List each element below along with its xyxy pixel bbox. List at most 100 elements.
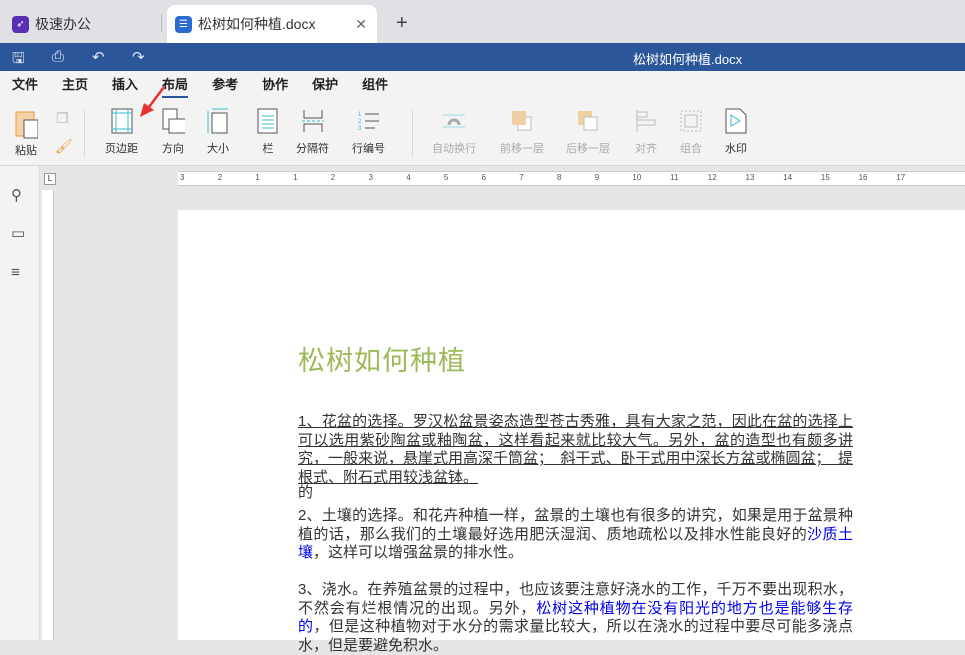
rocket-icon: ➶ bbox=[12, 15, 29, 33]
ruler-tick-label: 10 bbox=[632, 173, 642, 182]
paragraph-1-tail: 的 bbox=[298, 484, 314, 501]
vertical-ruler[interactable] bbox=[42, 190, 54, 640]
document-icon: ☰ bbox=[175, 15, 192, 33]
save-icon[interactable]: 🖫 bbox=[12, 48, 25, 73]
ruler-tick-label: 2 bbox=[217, 173, 223, 182]
paragraph-text: 2、土壤的选择。和花卉种植一样，盆景的土壤也有很多的讲究，如果是用于盆景种植的话… bbox=[298, 507, 853, 543]
group-icon bbox=[679, 108, 703, 134]
print-icon[interactable]: ⎙ bbox=[52, 48, 64, 65]
margins-button[interactable]: 页边距 bbox=[105, 108, 138, 156]
ruler-tick-label: 3 bbox=[368, 173, 373, 182]
bring-forward-button[interactable]: 前移一层 bbox=[500, 108, 544, 156]
size-button[interactable]: 大小 bbox=[206, 108, 230, 156]
menu-plugins[interactable]: 组件 bbox=[362, 71, 388, 100]
horizontal-ruler[interactable]: 3 2 1 1 2 3 4 5 6 7 8 9 10 11 12 13 14 15 16 17 bbox=[178, 171, 965, 186]
paste-icon bbox=[14, 108, 38, 140]
wrap-text-label: 自动换行 bbox=[432, 143, 476, 155]
ruler-tick-label: 5 bbox=[443, 173, 449, 182]
copy-icon[interactable]: ❐ bbox=[56, 110, 69, 127]
undo-icon[interactable]: ↶ bbox=[92, 48, 105, 66]
orientation-icon bbox=[161, 108, 185, 134]
close-icon[interactable]: ✕ bbox=[355, 16, 367, 33]
ruler-tick-label: 6 bbox=[481, 173, 487, 182]
divider bbox=[84, 110, 85, 156]
menu-protect[interactable]: 保护 bbox=[312, 71, 338, 100]
align-icon bbox=[634, 108, 658, 134]
tab-divider bbox=[161, 14, 162, 32]
page-size-icon bbox=[206, 108, 230, 134]
paragraph-3: 3、浇水。在养殖盆景的过程中，也应该要注意好浇水的工作，千万不要出现积水，不然会… bbox=[298, 581, 853, 655]
ruler-tick-label: 3 bbox=[180, 173, 185, 182]
paragraph-2: 2、土壤的选择。和花卉种植一样，盆景的土壤也有很多的讲究，如果是用于盆景种植的话… bbox=[298, 507, 853, 563]
columns-button[interactable]: 栏 bbox=[256, 108, 280, 156]
menu-collaborate[interactable]: 协作 bbox=[262, 71, 288, 100]
svg-text:2: 2 bbox=[358, 119, 362, 125]
svg-text:1: 1 bbox=[358, 112, 362, 118]
ruler-tick-label: 1 bbox=[255, 173, 260, 182]
document-page[interactable]: 松树如何种植 1、花盆的选择。罗汉松盆景姿态造型苍古秀雅，具有大家之范，因此在盆… bbox=[178, 210, 965, 654]
tab-label: 松树如何种植.docx bbox=[198, 16, 316, 32]
ruler-tick-label: 11 bbox=[670, 173, 679, 182]
orientation-button[interactable]: 方向 bbox=[161, 108, 185, 156]
menu-references[interactable]: 参考 bbox=[212, 71, 238, 100]
margins-icon bbox=[110, 108, 134, 134]
comment-icon[interactable]: ▭ bbox=[11, 224, 25, 242]
paragraph-text: ，但是这种植物对于水分的需求量比较大，所以在浇水的过程中要尽可能多浇点水，但是要… bbox=[298, 618, 853, 654]
ruler-tick-label: 14 bbox=[783, 173, 793, 182]
bring-forward-label: 前移一层 bbox=[500, 143, 544, 155]
send-backward-button[interactable]: 后移一层 bbox=[566, 108, 610, 156]
menu-file[interactable]: 文件 bbox=[12, 71, 38, 100]
divider bbox=[412, 110, 413, 156]
watermark-button[interactable]: 水印 bbox=[724, 108, 748, 156]
line-numbers-button[interactable]: 123 行编号 bbox=[352, 108, 385, 156]
tab-stop-selector[interactable]: L bbox=[44, 173, 56, 185]
svg-text:3: 3 bbox=[358, 126, 362, 132]
ruler-tick-label: 7 bbox=[519, 173, 524, 182]
margins-label: 页边距 bbox=[105, 143, 138, 155]
ruler-tick-label: 15 bbox=[820, 173, 830, 182]
watermark-label: 水印 bbox=[725, 143, 747, 155]
orientation-label: 方向 bbox=[162, 143, 184, 155]
breaks-icon bbox=[301, 108, 325, 134]
ruler-tick-label: 8 bbox=[557, 173, 562, 182]
tab-bar: ➶ 极速办公 ☰ 松树如何种植.docx ✕ + bbox=[0, 0, 965, 43]
ruler-tick-label: 2 bbox=[330, 173, 336, 182]
ruler-tick-label: 1 bbox=[293, 173, 298, 182]
line-numbers-icon: 123 bbox=[357, 108, 381, 134]
menu-insert[interactable]: 插入 bbox=[112, 71, 138, 100]
search-icon[interactable]: ⚲ bbox=[11, 186, 22, 204]
tab-document[interactable]: ☰ 松树如何种植.docx ✕ bbox=[167, 5, 377, 43]
quick-access-bar: 🖫 ⎙ ↶ ↷ 松树如何种植.docx bbox=[0, 43, 965, 71]
ribbon: 粘贴 ❐ 🖌 页边距 方向 大小 栏 分隔符 123 行编号 自动换行 前移一层… bbox=[0, 86, 965, 166]
new-tab-button[interactable]: + bbox=[396, 12, 408, 35]
ruler-tick-label: 17 bbox=[896, 173, 906, 182]
navigation-icon[interactable]: ≡ bbox=[11, 264, 20, 281]
menu-home[interactable]: 主页 bbox=[62, 71, 88, 100]
format-painter-icon[interactable]: 🖌 bbox=[55, 138, 73, 155]
wrap-text-icon bbox=[442, 108, 466, 134]
size-label: 大小 bbox=[207, 143, 229, 155]
tab-app-home[interactable]: ➶ 极速办公 bbox=[12, 5, 91, 43]
redo-icon[interactable]: ↷ bbox=[132, 48, 145, 66]
paste-button[interactable]: 粘贴 bbox=[14, 108, 38, 158]
columns-icon bbox=[256, 108, 280, 134]
send-backward-icon bbox=[576, 108, 600, 134]
window-title: 松树如何种植.docx bbox=[633, 52, 743, 67]
breaks-label: 分隔符 bbox=[296, 143, 329, 155]
ruler-tick-label: 13 bbox=[745, 173, 755, 182]
group-button[interactable]: 组合 bbox=[679, 108, 703, 156]
watermark-icon bbox=[724, 108, 748, 134]
ruler-tick-label: 9 bbox=[594, 173, 600, 182]
wrap-text-button[interactable]: 自动换行 bbox=[432, 108, 476, 156]
paragraph-text: ，这样可以增强盆景的排水性。 bbox=[313, 544, 524, 561]
align-button[interactable]: 对齐 bbox=[634, 108, 658, 156]
breaks-button[interactable]: 分隔符 bbox=[296, 108, 329, 156]
paste-label: 粘贴 bbox=[15, 145, 37, 157]
ruler-tick-label: 16 bbox=[858, 173, 868, 182]
document-title: 松树如何种植 bbox=[298, 346, 466, 376]
send-backward-label: 后移一层 bbox=[566, 143, 610, 155]
ruler-tick-label: 12 bbox=[707, 173, 717, 182]
align-label: 对齐 bbox=[635, 143, 657, 155]
ruler-tick-label: 4 bbox=[406, 173, 411, 182]
paragraph-1: 1、花盆的选择。罗汉松盆景姿态造型苍古秀雅，具有大家之范，因此在盆的选择上可以选… bbox=[298, 413, 854, 486]
